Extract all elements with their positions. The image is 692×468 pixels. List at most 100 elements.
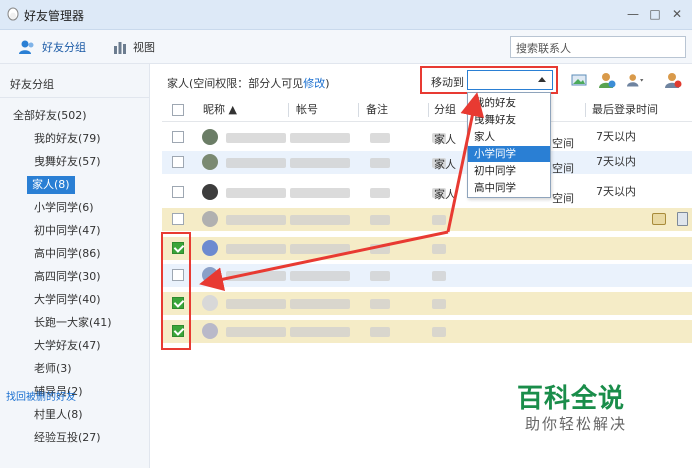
sidebar-item[interactable]: 村里人(8) — [31, 406, 86, 424]
redacted-cell — [432, 299, 446, 309]
avatar — [202, 211, 218, 227]
friend-group-tab-label: 好友分组 — [42, 41, 86, 54]
redacted-cell — [290, 133, 350, 143]
sidebar-item[interactable]: 老师(3) — [31, 360, 75, 378]
toolbar: 好友分组 视图 搜索联系人 — [0, 30, 692, 64]
redacted-cell — [370, 327, 390, 337]
redacted-cell — [226, 327, 286, 337]
sidebar-header: 好友分组 — [10, 78, 54, 91]
dropdown-option[interactable]: 曳舞好友 — [468, 112, 550, 128]
avatar — [202, 154, 218, 170]
redacted-cell — [432, 244, 446, 254]
redacted-cell — [370, 215, 390, 225]
sidebar-item[interactable]: 家人(8) — [27, 176, 75, 194]
maximize-icon[interactable]: □ — [646, 6, 664, 22]
redacted-cell — [226, 215, 286, 225]
group-permission-close: ) — [325, 77, 330, 90]
row-checkbox[interactable] — [172, 186, 184, 198]
redacted-cell — [290, 215, 350, 225]
search-input[interactable]: 搜索联系人 — [510, 36, 686, 58]
avatar — [202, 295, 218, 311]
dropdown-option[interactable]: 初中同学 — [468, 163, 550, 179]
redacted-cell — [290, 271, 350, 281]
sidebar-item[interactable]: 高中同学(86) — [31, 245, 104, 263]
title-bar: 好友管理器 — □ ✕ — [0, 0, 692, 30]
watermark-subtitle: 助你轻松解决 — [525, 415, 628, 433]
redacted-cell — [226, 188, 286, 198]
column-separator[interactable] — [358, 103, 359, 117]
column-header-account[interactable]: 帐号 — [296, 98, 318, 122]
dropdown-option[interactable]: 小学同学 — [468, 146, 550, 162]
recover-deleted-friends-link[interactable]: 找回被删的好友 — [6, 388, 76, 403]
minimize-icon[interactable]: — — [624, 6, 642, 22]
add-friend-icon[interactable] — [598, 71, 616, 89]
redacted-cell — [290, 158, 350, 168]
last-login-cell: 7天以内 — [596, 155, 636, 168]
redacted-cell — [226, 244, 286, 254]
group-settings-icon[interactable] — [627, 71, 645, 89]
sidebar-item[interactable]: 我的好友(79) — [31, 130, 104, 148]
image-icon[interactable] — [570, 71, 588, 89]
caret-up-icon — [538, 77, 546, 82]
dropdown-option[interactable]: 我的好友 — [468, 95, 550, 111]
modify-permission-link[interactable]: 修改 — [303, 77, 325, 90]
delete-friend-icon[interactable] — [664, 71, 682, 89]
sidebar-item[interactable]: 大学好友(47) — [31, 337, 104, 355]
redacted-cell — [370, 299, 390, 309]
window-title: 好友管理器 — [24, 9, 85, 23]
sidebar-item[interactable]: 高四同学(30) — [31, 268, 104, 286]
row-checkbox[interactable] — [172, 213, 184, 225]
bar-chart-icon — [114, 42, 126, 54]
avatar — [202, 129, 218, 145]
redacted-cell — [370, 133, 390, 143]
close-icon[interactable]: ✕ — [668, 6, 686, 22]
column-header-last-login[interactable]: 最后登录时间 — [592, 98, 658, 122]
sidebar-item-all-friends[interactable]: 全部好友(502) — [10, 107, 90, 125]
row-checkbox[interactable] — [172, 156, 184, 168]
sidebar-item[interactable]: 初中同学(47) — [31, 222, 104, 240]
space-cell: 空间 — [552, 162, 574, 175]
move-to-label: 移动到 — [431, 76, 464, 89]
contact-card-icon[interactable] — [652, 213, 666, 225]
view-tab[interactable]: 视图 — [113, 38, 155, 56]
redacted-cell — [370, 244, 390, 254]
dropdown-option[interactable]: 家人 — [468, 129, 550, 145]
column-separator[interactable] — [585, 103, 586, 117]
redacted-cell — [226, 299, 286, 309]
redacted-cell — [290, 299, 350, 309]
avatar — [202, 240, 218, 256]
space-cell: 空间 — [552, 137, 574, 150]
qq-penguin-icon — [7, 7, 19, 21]
redacted-cell — [290, 244, 350, 254]
column-separator[interactable] — [288, 103, 289, 117]
view-tab-label: 视图 — [133, 41, 155, 54]
watermark-title: 百科全说 — [517, 384, 626, 414]
sidebar-item[interactable]: 长跑一大家(41) — [31, 314, 115, 332]
redacted-cell — [370, 271, 390, 281]
redacted-cell — [290, 327, 350, 337]
sidebar-divider — [0, 97, 150, 98]
column-separator[interactable] — [428, 103, 429, 117]
row-checkbox[interactable] — [172, 131, 184, 143]
sidebar-item[interactable]: 曳舞好友(57) — [31, 153, 104, 171]
avatar — [202, 267, 218, 283]
group-cell: 家人 — [434, 188, 456, 201]
avatar — [202, 323, 218, 339]
move-to-select[interactable] — [467, 70, 553, 90]
sidebar-item[interactable]: 大学同学(40) — [31, 291, 104, 309]
select-all-checkbox[interactable] — [172, 104, 184, 116]
last-login-cell: 7天以内 — [596, 130, 636, 143]
redacted-cell — [432, 327, 446, 337]
column-header-group[interactable]: 分组 — [434, 98, 464, 122]
sidebar-item[interactable]: 小学同学(6) — [31, 199, 97, 217]
redacted-cell — [290, 188, 350, 198]
redacted-cell — [226, 133, 286, 143]
trash-icon[interactable] — [677, 212, 688, 226]
group-cell: 家人 — [434, 158, 456, 171]
sidebar-item[interactable]: 经验互投(27) — [31, 429, 104, 447]
column-header-remark[interactable]: 备注 — [366, 98, 388, 122]
column-header-nickname[interactable]: 昵称 ▲ — [203, 98, 237, 122]
dropdown-option[interactable]: 高中同学 — [468, 180, 550, 196]
friend-group-tab[interactable]: 好友分组 — [18, 38, 86, 56]
redacted-cell — [432, 215, 446, 225]
